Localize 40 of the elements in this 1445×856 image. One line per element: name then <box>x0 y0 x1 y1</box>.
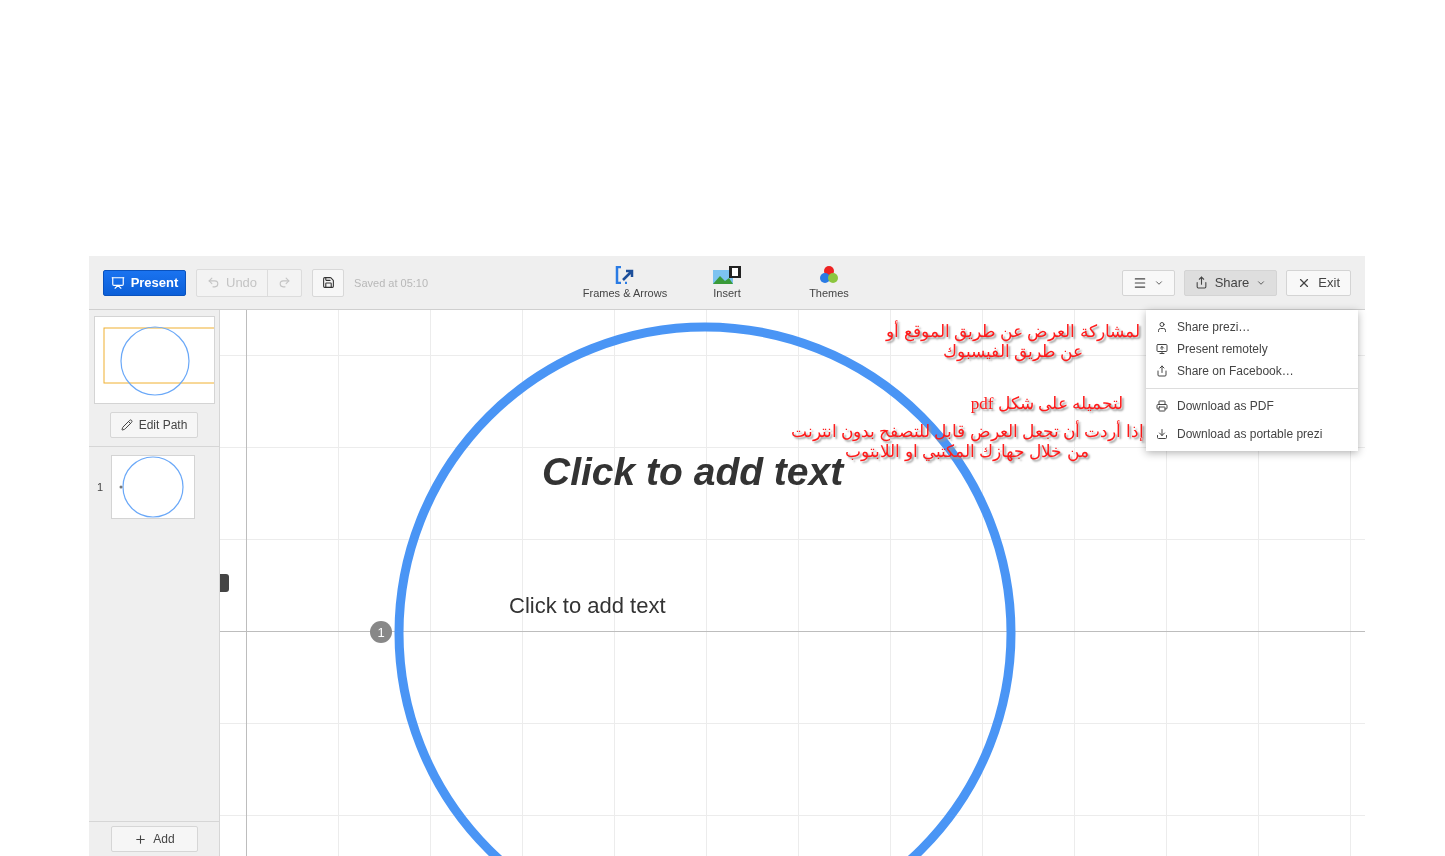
slide-thumbnail[interactable] <box>111 455 195 519</box>
image-film-icon <box>713 266 741 284</box>
monitor-icon <box>1156 343 1168 355</box>
share-button[interactable]: Share <box>1183 269 1278 296</box>
presentation-icon <box>110 275 125 290</box>
share-icon <box>1194 276 1208 289</box>
menu-item[interactable]: Share on Facebook… <box>1146 360 1358 382</box>
undo-icon <box>207 276 220 289</box>
body-placeholder[interactable]: Click to add text <box>509 593 666 619</box>
present-button[interactable]: Present <box>103 269 186 296</box>
menu-button[interactable] <box>1121 269 1175 296</box>
share-icon <box>1156 365 1168 377</box>
menu-icon <box>1132 275 1147 290</box>
title-placeholder[interactable]: Click to add text <box>542 450 844 494</box>
toolbar-tool[interactable]: Insert <box>682 266 772 299</box>
annotation-text: لمشاركة العرض عن طريق الموقع أو عن طريق الفيسبوك <box>884 322 1141 363</box>
pencil-icon <box>120 419 133 431</box>
add-button[interactable]: Add <box>111 826 198 852</box>
printer-icon <box>1156 400 1168 412</box>
frame-arrow-icon <box>615 266 635 284</box>
menu-item[interactable]: Share prezi… <box>1146 316 1358 338</box>
sidebar-handle[interactable] <box>220 574 229 592</box>
overview-thumbnail[interactable] <box>93 316 215 404</box>
menu-item[interactable]: Present remotely <box>1146 338 1358 360</box>
download-icon <box>1156 428 1168 440</box>
color-circles-icon <box>819 266 839 284</box>
menu-item[interactable]: Download as portable prezi <box>1146 423 1358 445</box>
path-badge: 1 <box>370 621 392 643</box>
menu-item[interactable]: Download as PDF <box>1146 395 1358 417</box>
plus-icon <box>134 832 148 846</box>
save-icon <box>321 276 335 289</box>
save-button[interactable] <box>312 268 345 297</box>
toolbar-tool[interactable]: Frames & Arrows <box>580 266 670 299</box>
toolbar-tool[interactable]: Themes <box>784 266 874 299</box>
edit-path-button[interactable]: Edit Path <box>109 412 199 438</box>
exit-button[interactable]: Exit <box>1286 269 1351 296</box>
person-icon <box>1156 321 1168 333</box>
annotation-text: لتحميله على شكل pdf <box>969 394 1125 415</box>
redo-icon <box>278 276 292 289</box>
slide-number: 1 <box>97 481 105 493</box>
